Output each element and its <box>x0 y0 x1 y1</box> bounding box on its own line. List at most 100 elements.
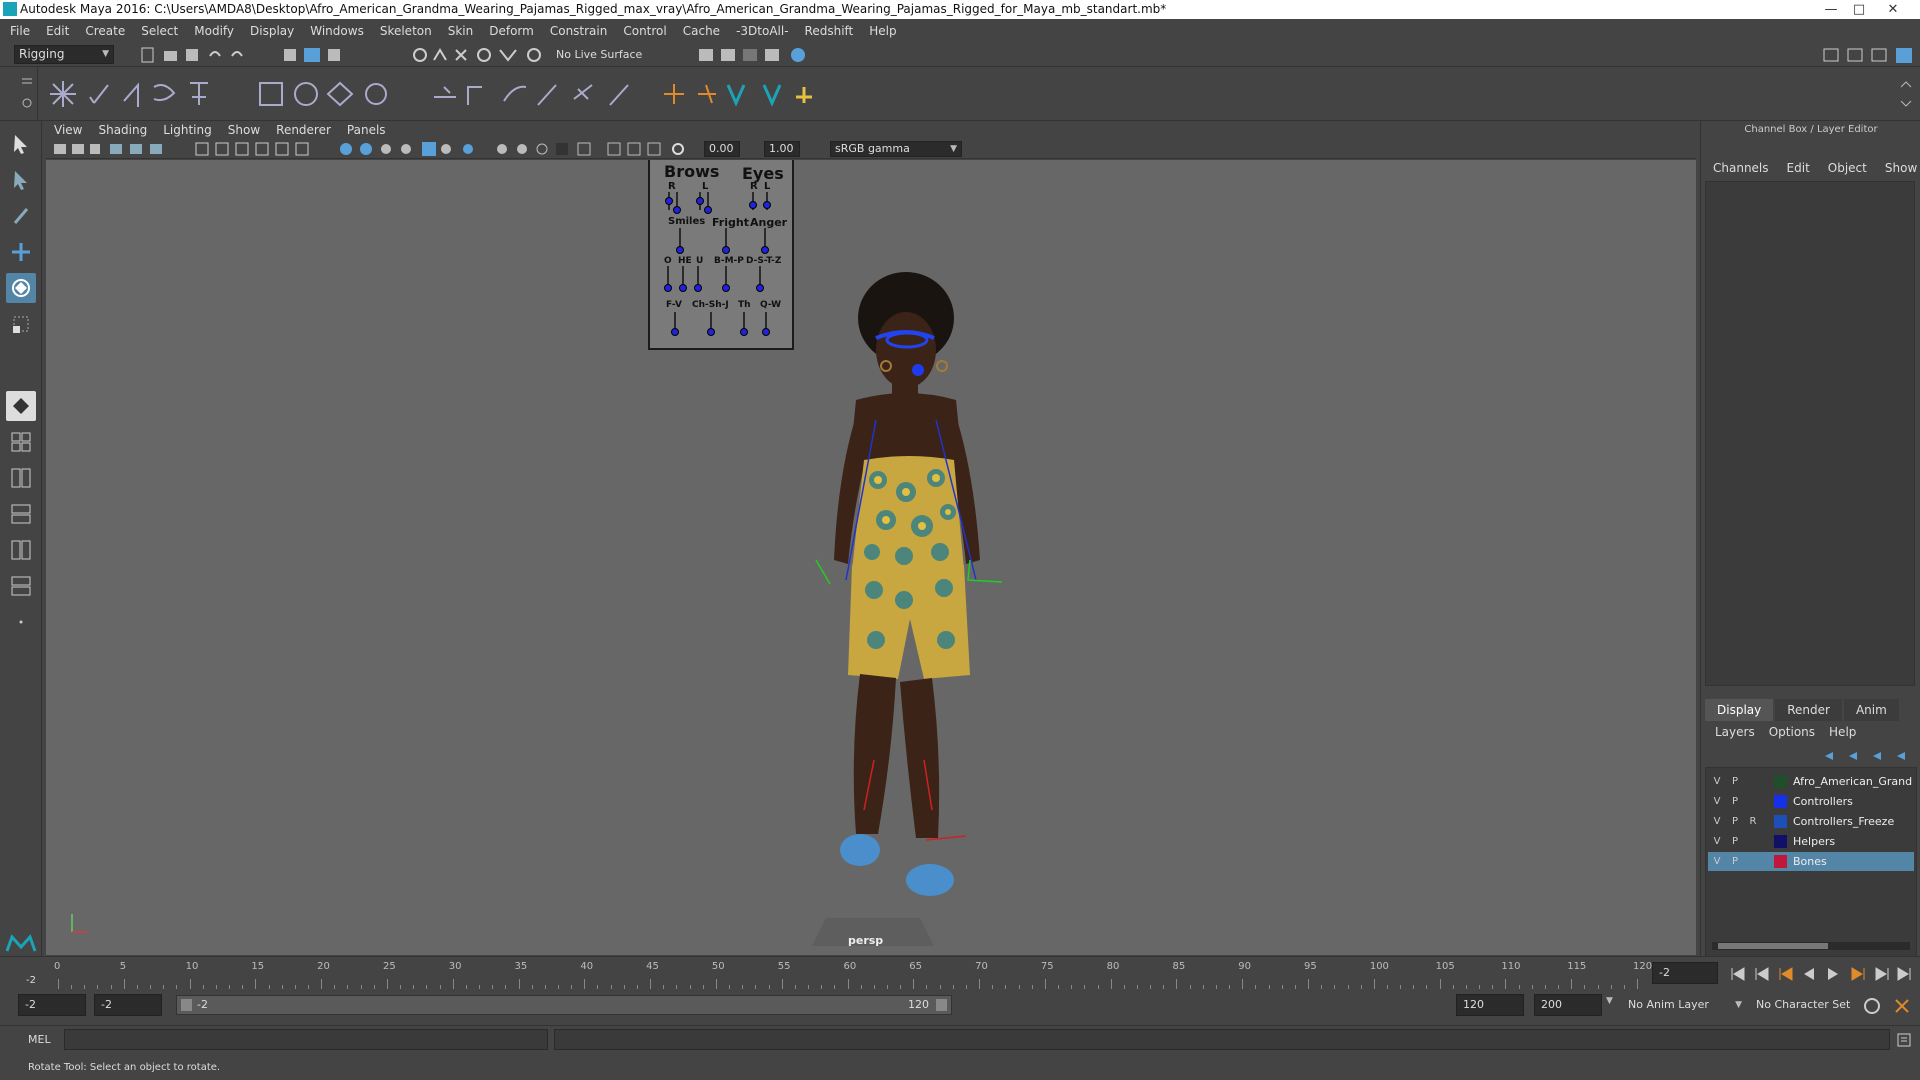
channel-menu-channels[interactable]: Channels <box>1713 161 1769 179</box>
channel-list[interactable] <box>1705 181 1915 686</box>
panel-menu-shading[interactable]: Shading <box>98 123 147 137</box>
playback-end-field[interactable]: 120 <box>1456 994 1524 1016</box>
tab-display[interactable]: Display <box>1705 699 1774 721</box>
select-tool-icon[interactable] <box>6 129 36 159</box>
layer-row[interactable]: V P R Controllers_Freeze <box>1708 812 1914 831</box>
panel-menu-lighting[interactable]: Lighting <box>163 123 212 137</box>
menu-select[interactable]: Select <box>141 24 178 38</box>
layer-color-swatch[interactable] <box>1774 815 1787 828</box>
hypershade-layout-icon[interactable] <box>6 571 36 601</box>
layer-menu-options[interactable]: Options <box>1769 725 1815 739</box>
script-language-label[interactable]: MEL <box>28 1033 51 1046</box>
lasso-tool-icon[interactable] <box>6 165 36 195</box>
channel-menu-edit[interactable]: Edit <box>1787 161 1810 179</box>
layer-menu-help[interactable]: Help <box>1829 725 1856 739</box>
playback-controls[interactable] <box>1728 966 1914 982</box>
close-icon[interactable]: ✕ <box>1880 0 1906 19</box>
layer-playback[interactable]: P <box>1728 772 1742 791</box>
panel-menu-renderer[interactable]: Renderer <box>276 123 331 137</box>
layer-visibility[interactable]: V <box>1710 832 1724 851</box>
panel-layout-icons[interactable] <box>1820 46 1916 64</box>
paint-select-tool-icon[interactable] <box>6 201 36 231</box>
command-input[interactable] <box>64 1029 548 1050</box>
animation-start-field[interactable]: -2 <box>18 994 86 1016</box>
layer-playback[interactable]: P <box>1728 812 1742 831</box>
exposure-field[interactable]: 0.00 <box>704 141 740 157</box>
layer-reference[interactable]: R <box>1746 812 1760 831</box>
character-model[interactable] <box>726 260 1086 955</box>
shelf-scroll-icon[interactable] <box>1898 77 1914 111</box>
panel-menu-show[interactable]: Show <box>228 123 260 137</box>
layer-playback[interactable]: P <box>1728 852 1742 871</box>
four-view-layout-icon[interactable] <box>6 427 36 457</box>
menu-skeleton[interactable]: Skeleton <box>380 24 432 38</box>
time-slider[interactable]: -2 0 5 10 15 20 25 30 35 40 45 50 55 60 65 70 75 80 85 90 9… <box>0 956 1920 991</box>
menu-create[interactable]: Create <box>85 24 125 38</box>
layer-color-swatch[interactable] <box>1774 775 1787 788</box>
layer-row[interactable]: V P Afro_American_Grandma <box>1708 772 1914 791</box>
layer-action-icons[interactable] <box>1821 749 1917 763</box>
persp-graph-layout-icon[interactable] <box>6 499 36 529</box>
layout-options-icon[interactable] <box>6 607 36 637</box>
panel-menu-view[interactable]: View <box>54 123 82 137</box>
tab-render[interactable]: Render <box>1775 699 1842 721</box>
layer-menu-layers[interactable]: Layers <box>1715 725 1755 739</box>
layer-color-swatch[interactable] <box>1774 835 1787 848</box>
menu-modify[interactable]: Modify <box>194 24 234 38</box>
side-by-side-layout-icon[interactable] <box>6 463 36 493</box>
layer-visibility[interactable]: V <box>1710 772 1724 791</box>
channel-menu-object[interactable]: Object <box>1828 161 1867 179</box>
maximize-icon[interactable]: □ <box>1846 0 1872 19</box>
live-surface-label[interactable]: No Live Surface <box>556 48 642 61</box>
range-slider-bar[interactable]: -2 120 <box>176 995 952 1015</box>
layer-visibility[interactable]: V <box>1710 812 1724 831</box>
character-set-dropdown[interactable]: No Character Set <box>1750 994 1870 1016</box>
layer-color-swatch[interactable] <box>1774 855 1787 868</box>
channel-menu-show[interactable]: Show <box>1885 161 1917 179</box>
rotate-tool-icon[interactable] <box>6 273 36 303</box>
current-frame-field[interactable]: -2 <box>1652 962 1718 984</box>
menu-cache[interactable]: Cache <box>683 24 720 38</box>
rigging-shelf-icons[interactable] <box>44 77 864 111</box>
menu-display[interactable]: Display <box>250 24 294 38</box>
range-end-handle[interactable] <box>936 999 947 1011</box>
menu-deform[interactable]: Deform <box>489 24 534 38</box>
layer-scrollbar[interactable] <box>1712 942 1910 950</box>
range-start-handle[interactable] <box>181 999 192 1011</box>
chevron-down-icon[interactable]: ▼ <box>1606 996 1613 1006</box>
layer-playback[interactable]: P <box>1728 832 1742 851</box>
layer-scroll-thumb[interactable] <box>1718 943 1828 949</box>
snap-tools-icons[interactable] <box>412 46 542 64</box>
layer-visibility[interactable]: V <box>1710 792 1724 811</box>
playback-start-field[interactable]: -2 <box>94 994 162 1016</box>
anim-layer-dropdown[interactable]: No Anim Layer ▼ <box>1622 994 1746 1016</box>
animation-end-field[interactable]: 200 <box>1534 994 1602 1016</box>
layer-color-swatch[interactable] <box>1774 795 1787 808</box>
perspective-viewport[interactable]: Brows Eyes R L R L Smiles Fright Anger O… <box>46 160 1696 955</box>
menu-skin[interactable]: Skin <box>448 24 474 38</box>
panel-menu-panels[interactable]: Panels <box>347 123 386 137</box>
menu-set-dropdown[interactable]: Rigging ▼ <box>14 45 114 64</box>
minimize-icon[interactable]: — <box>1818 0 1844 19</box>
move-tool-icon[interactable] <box>6 237 36 267</box>
layer-row-selected[interactable]: V P Bones <box>1708 852 1914 871</box>
gamma-field[interactable]: 1.00 <box>764 141 800 157</box>
script-editor-icon[interactable] <box>1896 1032 1912 1048</box>
tab-anim[interactable]: Anim <box>1843 699 1899 721</box>
layer-playback[interactable]: P <box>1728 792 1742 811</box>
layer-row[interactable]: V P Helpers <box>1708 832 1914 851</box>
scale-tool-icon[interactable] <box>6 309 36 339</box>
layer-row[interactable]: V P Controllers <box>1708 792 1914 811</box>
viewport-display-icons[interactable] <box>50 141 690 157</box>
colorspace-dropdown[interactable]: sRGB gamma ▼ <box>830 141 962 157</box>
time-slider-track[interactable]: 0 5 10 15 20 25 30 35 40 45 50 55 60 65 70 75 80 85 90 95 10… <box>50 957 1652 991</box>
menu-control[interactable]: Control <box>623 24 666 38</box>
layer-visibility[interactable]: V <box>1710 852 1724 871</box>
shelf-tabs-toggle[interactable] <box>0 67 38 121</box>
menu-file[interactable]: File <box>10 24 30 38</box>
file-tools-icons[interactable] <box>140 46 370 64</box>
menu-constrain[interactable]: Constrain <box>550 24 608 38</box>
menu-windows[interactable]: Windows <box>310 24 364 38</box>
menu-3dtoall[interactable]: -3DtoAll- <box>736 24 788 38</box>
menu-help[interactable]: Help <box>869 24 896 38</box>
